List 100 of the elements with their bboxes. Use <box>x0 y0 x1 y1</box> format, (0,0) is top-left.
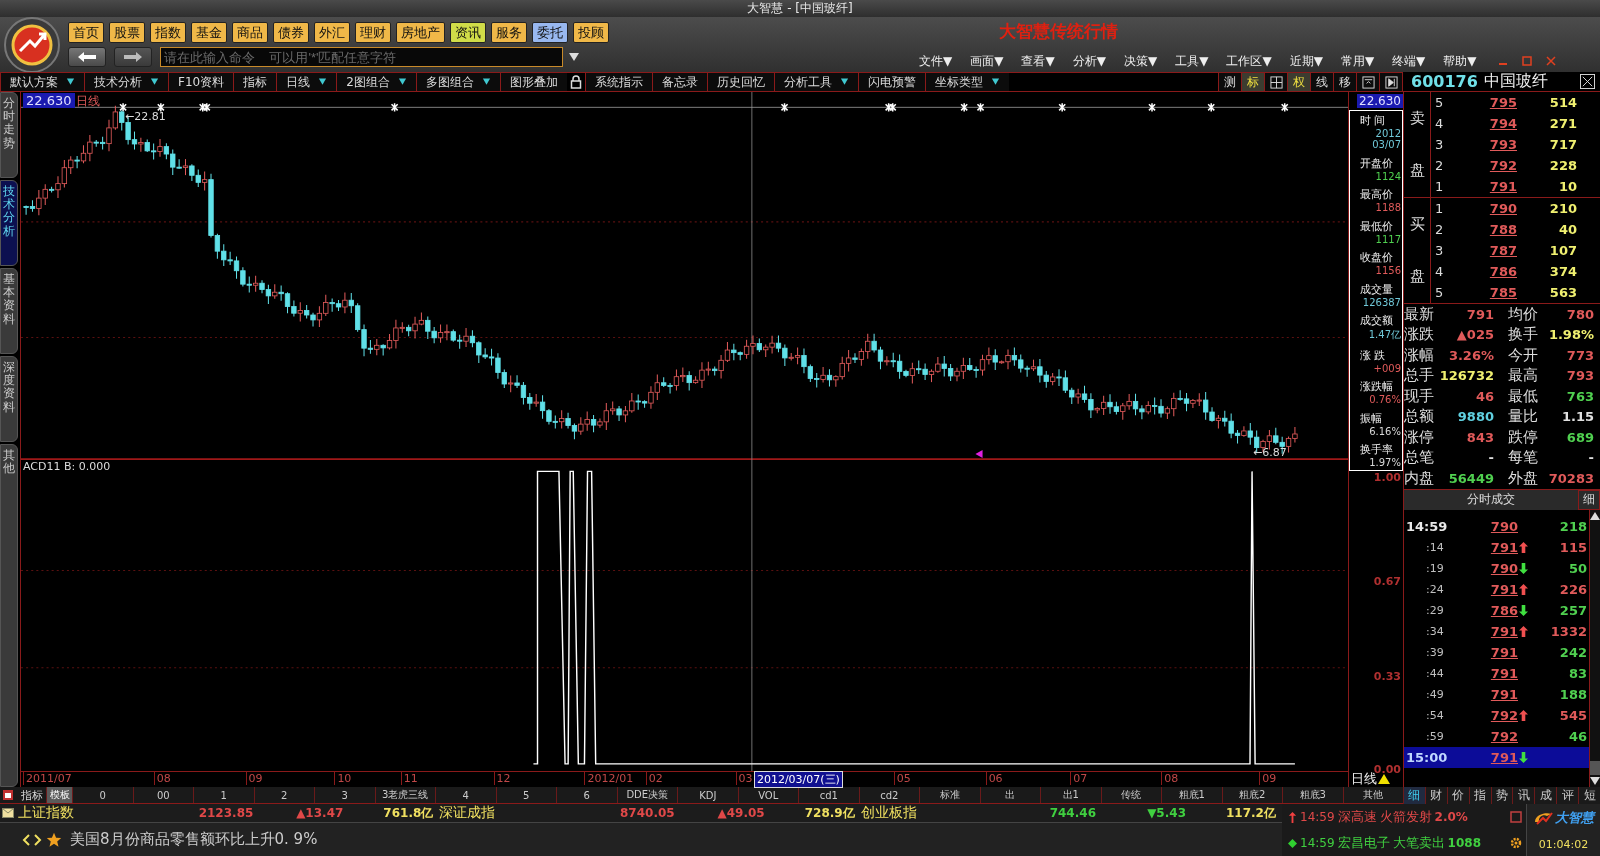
menu-item[interactable]: 近期▼ <box>1279 52 1331 70</box>
nav-button[interactable]: 债券 <box>273 22 309 43</box>
trade-row[interactable]: :29 786 257 <box>1404 599 1589 621</box>
maximize-icon[interactable] <box>1520 55 1533 67</box>
trade-row[interactable]: :49 791 188 <box>1404 683 1589 705</box>
nav-button[interactable]: 委托 <box>532 22 568 43</box>
trade-volume: 545 <box>1558 707 1587 723</box>
toolbar-button[interactable]: 分析工具 <box>773 73 858 91</box>
toolbar-button[interactable]: 技术分析 <box>84 73 168 91</box>
trade-row[interactable]: 14:59 790 218 <box>1404 515 1589 537</box>
menu-item[interactable]: 帮助▼ <box>1433 52 1485 70</box>
lock-icon[interactable] <box>569 75 582 89</box>
side-tab[interactable]: 基本资料 <box>0 268 18 354</box>
scroll-down-icon[interactable] <box>1590 777 1600 785</box>
menu-item[interactable]: 分析▼ <box>1062 52 1114 70</box>
nav-button[interactable]: 房地产 <box>396 22 445 43</box>
star-icon[interactable] <box>46 831 62 848</box>
toolbar-button[interactable]: 多图组合 <box>415 73 500 91</box>
previous-icon[interactable] <box>22 833 30 846</box>
toolbar-button[interactable]: F10资料 <box>168 73 234 91</box>
alert-stock[interactable]: 深高速 <box>1337 808 1377 826</box>
indicator-tab[interactable]: 模板 <box>46 787 72 803</box>
trade-row[interactable]: :39 791 242 <box>1404 641 1589 663</box>
trade-row[interactable]: 15:00 791 <box>1404 746 1589 768</box>
menu-item[interactable]: 常用▼ <box>1330 52 1383 70</box>
toolbar-button[interactable]: 历史回忆 <box>706 73 774 91</box>
menu-item[interactable]: 画面▼ <box>960 52 1012 70</box>
trade-row[interactable]: :14 791 115 <box>1404 536 1589 558</box>
forward-arrow-icon[interactable] <box>123 51 143 63</box>
trade-row[interactable]: :34 791 1332 <box>1404 620 1589 642</box>
panel-tab[interactable]: 细 <box>1403 787 1425 804</box>
menu-item[interactable]: 查看▼ <box>1011 52 1063 70</box>
side-tab[interactable]: 分时走势 <box>0 92 18 178</box>
toolbar-button[interactable]: 默认方案 <box>0 73 84 91</box>
nav-button[interactable]: 指数 <box>150 22 186 43</box>
detail-tab[interactable]: 细 <box>1578 489 1600 510</box>
view-button[interactable]: 测 <box>1218 73 1241 91</box>
dropdown-icon[interactable] <box>990 77 1000 86</box>
dropdown-icon[interactable] <box>481 77 491 86</box>
dropdown-icon[interactable] <box>150 77 159 86</box>
scrollbar[interactable] <box>1589 509 1600 787</box>
trade-row[interactable]: :44 791 83 <box>1404 662 1589 684</box>
side-tab[interactable]: 深度资料 <box>0 356 18 442</box>
trade-row[interactable]: :59 792 46 <box>1404 725 1589 747</box>
play-button[interactable] <box>1379 73 1402 91</box>
panel-button[interactable] <box>1356 73 1379 91</box>
toolbar-button[interactable]: 2图组合 <box>336 73 416 91</box>
command-input[interactable]: 请在此输入命令 可以用'*'匹配任意字符 <box>160 47 563 67</box>
trade-row[interactable]: :54 792 545 <box>1404 704 1589 726</box>
dropdown-icon[interactable] <box>569 53 579 61</box>
grid-button[interactable] <box>1264 73 1287 91</box>
alert-stock[interactable]: 宏昌电子 <box>1337 834 1390 852</box>
trade-time: :49 <box>1425 687 1445 701</box>
menu-item[interactable]: 决策▼ <box>1113 52 1166 70</box>
view-button[interactable]: 移 <box>1333 73 1356 91</box>
scroll-thumb[interactable] <box>1590 761 1600 775</box>
nav-button[interactable]: 商品 <box>232 22 268 43</box>
dropdown-icon[interactable] <box>839 77 849 86</box>
nav-button[interactable]: 基金 <box>191 22 227 43</box>
dropdown-icon[interactable] <box>318 77 328 86</box>
next-icon[interactable] <box>34 833 42 846</box>
menu-item[interactable]: 工具▼ <box>1165 52 1217 70</box>
view-button[interactable]: 权 <box>1287 73 1310 91</box>
toolbar-button[interactable]: 系统指示 <box>584 73 652 91</box>
toolbar-button[interactable]: 图形叠加 <box>499 73 567 91</box>
trade-row[interactable]: :24 791 226 <box>1404 578 1589 600</box>
trade-time: :44 <box>1425 666 1445 680</box>
nav-button[interactable]: 首页 <box>68 22 104 43</box>
toolbar-button[interactable]: 闪电预警 <box>857 73 925 91</box>
toolbar-button[interactable]: 坐标类型 <box>924 73 1009 91</box>
toolbar-button[interactable]: 指标 <box>233 73 277 91</box>
menu-item[interactable]: 终端▼ <box>1382 52 1434 70</box>
logo-icon[interactable] <box>4 16 60 73</box>
nav-button[interactable]: 服务 <box>491 22 527 43</box>
nav-button[interactable]: 外汇 <box>314 22 350 43</box>
dropdown-icon[interactable] <box>397 77 407 86</box>
nav-button[interactable]: 股票 <box>109 22 145 43</box>
gear-icon[interactable] <box>1510 837 1522 849</box>
menu-item[interactable]: 文件▼ <box>909 52 961 70</box>
triangle-icon[interactable] <box>1378 774 1390 784</box>
nav-button[interactable]: 资讯 <box>450 22 486 43</box>
toolbar-button[interactable]: 备忘录 <box>651 73 707 91</box>
menu-item[interactable]: 工作区▼ <box>1216 52 1280 70</box>
side-tab[interactable]: 其他 <box>0 444 18 787</box>
view-button[interactable]: 线 <box>1310 73 1333 91</box>
mail-icon[interactable] <box>2 808 14 818</box>
nav-button[interactable]: 投顾 <box>573 22 609 43</box>
toolbar-button[interactable]: 日线 <box>276 73 337 91</box>
back-arrow-icon[interactable] <box>77 51 97 63</box>
forward-button[interactable] <box>114 47 152 67</box>
window-icon[interactable] <box>2 789 14 801</box>
news-headline[interactable]: 美国8月份商品零售额环比上升0. 9% <box>70 830 318 849</box>
trade-volume: 83 <box>1567 665 1587 681</box>
side-tab[interactable]: 技术分析 <box>0 180 18 266</box>
back-button[interactable] <box>68 47 106 67</box>
trade-row[interactable]: :19 790 50 <box>1404 557 1589 579</box>
trade-volume: 188 <box>1558 686 1587 702</box>
nav-button[interactable]: 理财 <box>355 22 391 43</box>
dropdown-icon[interactable] <box>66 77 75 86</box>
view-button[interactable]: 标 <box>1241 73 1264 91</box>
